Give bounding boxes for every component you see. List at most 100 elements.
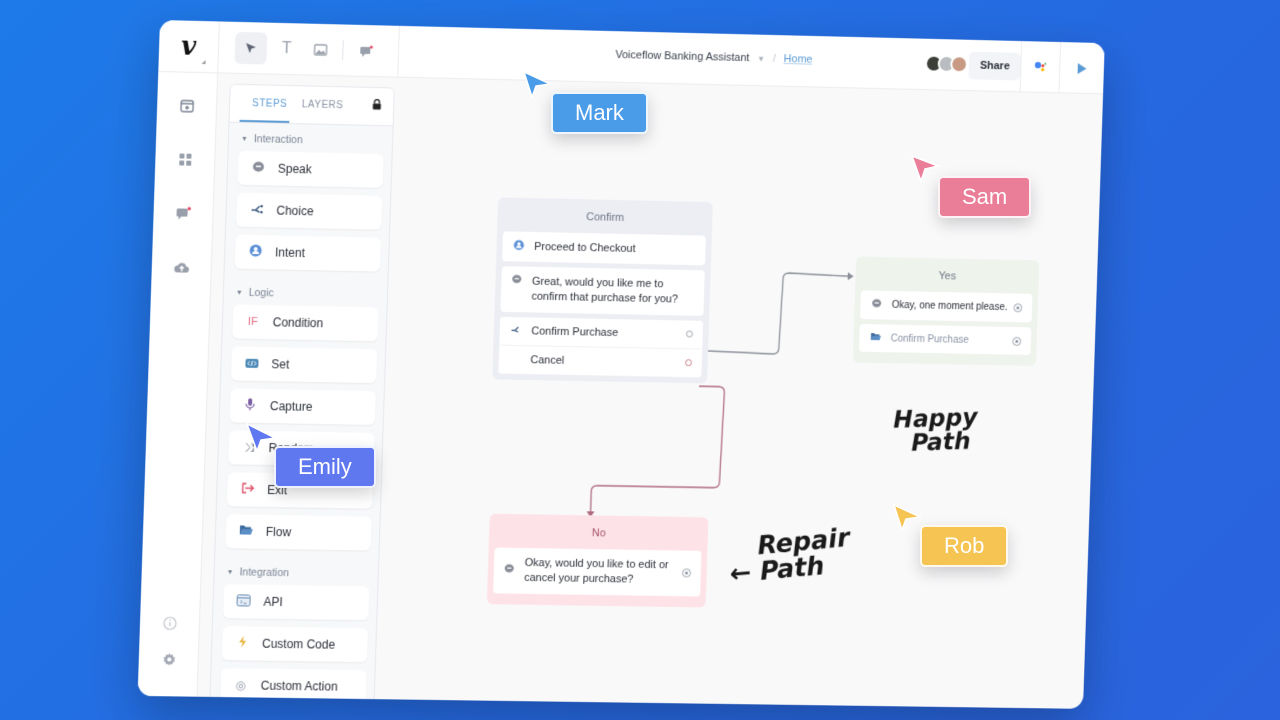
breadcrumb-home-link[interactable]: Home bbox=[784, 53, 813, 66]
breadcrumb-separator: / bbox=[772, 52, 777, 65]
folder-icon bbox=[238, 524, 254, 538]
step-flow[interactable]: Flow bbox=[225, 514, 372, 551]
speak-icon bbox=[870, 298, 882, 311]
folder-icon bbox=[869, 332, 881, 344]
cursor-mark-icon bbox=[522, 70, 552, 98]
step-condition[interactable]: IF Condition bbox=[232, 304, 379, 342]
run-test-button[interactable] bbox=[1058, 42, 1105, 95]
exit-icon bbox=[239, 483, 255, 497]
cursor-label-mark: Mark bbox=[551, 92, 648, 134]
left-rail: v bbox=[137, 20, 220, 697]
block-step-speak[interactable]: Okay, one moment please. bbox=[860, 290, 1033, 323]
comments-icon[interactable] bbox=[172, 202, 195, 224]
google-assistant-button[interactable] bbox=[1019, 41, 1061, 94]
add-flow-icon[interactable] bbox=[176, 94, 199, 116]
image-icon bbox=[314, 44, 328, 56]
grid-icon[interactable] bbox=[174, 148, 197, 170]
tab-steps[interactable]: STEPS bbox=[252, 98, 288, 110]
cursor-label-sam: Sam bbox=[938, 176, 1032, 218]
block-title[interactable]: No bbox=[495, 526, 702, 541]
collaborator-avatars[interactable] bbox=[924, 54, 969, 74]
step-custom-code[interactable]: Custom Code bbox=[221, 626, 369, 663]
avatar[interactable] bbox=[950, 55, 969, 74]
step-capture[interactable]: Capture bbox=[229, 388, 376, 426]
choice-icon bbox=[509, 325, 521, 337]
info-icon[interactable] bbox=[159, 612, 182, 634]
api-icon bbox=[235, 594, 252, 609]
upload-icon[interactable] bbox=[170, 256, 193, 278]
google-assistant-icon bbox=[1034, 61, 1046, 72]
yes-block[interactable]: Yes Okay, one moment please. Confirm Pur… bbox=[852, 256, 1040, 366]
block-step-speak[interactable]: Great, would you like me to confirm that… bbox=[500, 266, 705, 316]
block-step-speak[interactable]: Okay, would you like to edit or cancel y… bbox=[493, 547, 702, 597]
if-icon: IF bbox=[247, 315, 258, 329]
choice-step[interactable]: Confirm Purchase Cancel bbox=[498, 316, 704, 378]
connector-cancel-to-no bbox=[591, 384, 725, 513]
active-tab-indicator bbox=[239, 119, 290, 123]
target-icon: ◎ bbox=[235, 678, 247, 693]
share-button[interactable]: Share bbox=[968, 51, 1021, 81]
code-icon bbox=[243, 357, 259, 371]
connector-arrow-yes bbox=[847, 272, 854, 281]
steps-panel: STEPS LAYERS ▼ Interaction Speak Choice … bbox=[209, 83, 395, 706]
lock-icon[interactable] bbox=[372, 99, 381, 113]
section-logic[interactable]: ▼ Logic bbox=[223, 276, 387, 307]
select-tool-button[interactable] bbox=[234, 31, 268, 65]
step-choice[interactable]: Choice bbox=[236, 192, 383, 230]
collapse-triangle-icon: ▼ bbox=[240, 135, 248, 143]
settings-icon[interactable] bbox=[157, 648, 180, 670]
section-integration[interactable]: ▼ Integration bbox=[214, 556, 378, 587]
pointer-icon bbox=[246, 43, 257, 54]
bolt-icon bbox=[234, 635, 250, 651]
mic-icon bbox=[242, 398, 258, 414]
project-title[interactable]: Voiceflow Banking Assistant bbox=[615, 49, 749, 64]
collapse-triangle-icon: ▼ bbox=[235, 289, 243, 297]
panel-tabs: STEPS LAYERS bbox=[229, 84, 394, 127]
speak-icon bbox=[511, 274, 522, 287]
step-set[interactable]: Set bbox=[230, 346, 378, 384]
logo-menu-indicator bbox=[201, 60, 206, 65]
speak-icon bbox=[504, 564, 515, 577]
choice-icon bbox=[248, 203, 264, 217]
block-step-flow[interactable]: Confirm Purchase bbox=[858, 323, 1032, 355]
annotation-repair-path[interactable]: Repair ← Path bbox=[727, 523, 852, 589]
output-port[interactable] bbox=[684, 359, 693, 367]
block-title[interactable]: Confirm bbox=[503, 209, 706, 225]
comment-icon bbox=[360, 44, 374, 57]
output-port[interactable] bbox=[1013, 303, 1023, 313]
connector-confirm-to-yes bbox=[700, 271, 848, 355]
block-step-intent[interactable]: Proceed to Checkout bbox=[502, 231, 706, 266]
tab-layers[interactable]: LAYERS bbox=[302, 99, 344, 111]
cursor-emily-icon bbox=[245, 422, 277, 452]
text-tool-button[interactable]: T bbox=[270, 33, 303, 66]
image-tool-button[interactable] bbox=[304, 34, 337, 67]
step-custom-action[interactable]: ◎ Custom Action bbox=[220, 668, 367, 705]
intent-icon bbox=[512, 239, 524, 254]
block-title[interactable]: Yes bbox=[861, 269, 1033, 284]
text-icon: T bbox=[281, 39, 292, 58]
annotation-happy-path[interactable]: Happy Path bbox=[893, 403, 978, 457]
speak-icon bbox=[250, 161, 266, 176]
no-block[interactable]: No Okay, would you like to edit or cance… bbox=[486, 513, 709, 608]
cursor-label-emily: Emily bbox=[274, 446, 376, 488]
cursor-rob-icon bbox=[892, 503, 922, 531]
output-port[interactable] bbox=[685, 330, 694, 338]
project-dropdown-icon[interactable]: ▼ bbox=[757, 54, 765, 63]
cursor-sam-icon bbox=[910, 154, 940, 182]
breadcrumb: Voiceflow Banking Assistant ▼ / Home bbox=[615, 49, 812, 66]
cursor-label-rob: Rob bbox=[920, 525, 1009, 567]
collapse-triangle-icon: ▼ bbox=[226, 568, 234, 576]
voiceflow-logo[interactable]: v bbox=[158, 20, 219, 74]
section-interaction[interactable]: ▼ Interaction bbox=[229, 123, 393, 155]
choice-option[interactable]: Cancel bbox=[498, 345, 703, 378]
confirm-block[interactable]: Confirm Proceed to Checkout Great, would… bbox=[492, 197, 713, 384]
toolbar-divider bbox=[397, 25, 400, 78]
comment-tool-button[interactable] bbox=[350, 35, 383, 68]
choice-option[interactable]: Confirm Purchase bbox=[499, 316, 704, 350]
step-intent[interactable]: Intent bbox=[234, 234, 381, 272]
output-port[interactable] bbox=[1012, 336, 1022, 346]
intent-icon bbox=[247, 244, 263, 260]
step-api[interactable]: API bbox=[223, 584, 370, 621]
step-speak[interactable]: Speak bbox=[237, 150, 384, 188]
top-toolbar: T Voiceflow Banking Assistant ▼ / Home S… bbox=[218, 21, 1105, 95]
